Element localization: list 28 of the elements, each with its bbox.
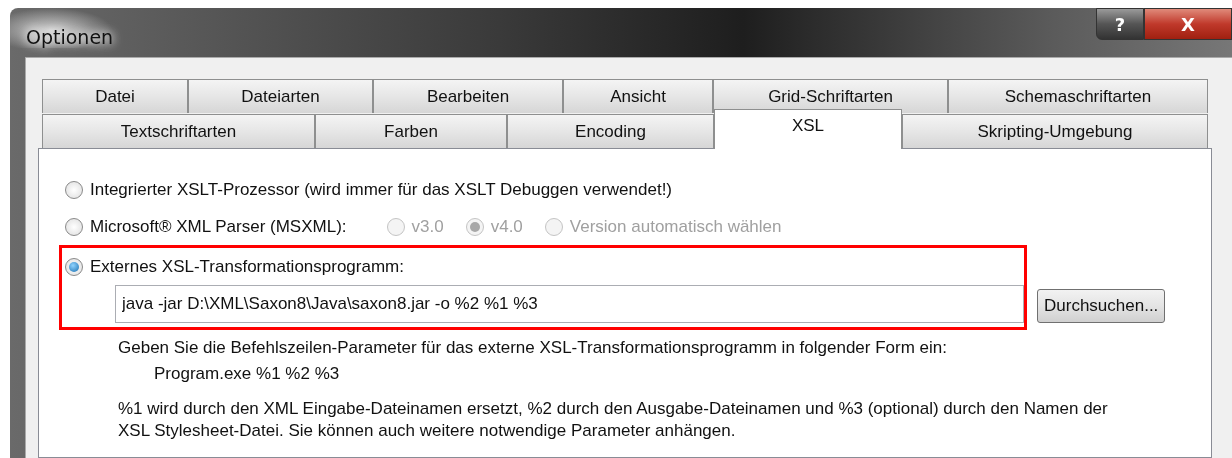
tab[interactable]: Skripting-Umgebung xyxy=(902,114,1208,148)
tab[interactable]: Schemaschriftarten xyxy=(948,79,1208,113)
tab[interactable]: Encoding xyxy=(507,114,714,148)
tab[interactable]: Textschriftarten xyxy=(42,114,315,148)
hint-text: Geben Sie die Befehlszeilen-Parameter für das externe XSL-Transformationsprogramm in folgender Form ein: xyxy=(118,338,948,358)
option-label: Version automatisch wählen xyxy=(569,216,782,237)
command-field[interactable]: java -jar D:\XML\Saxon8\Java\saxon8.jar -o %2 %1 %3 xyxy=(115,285,1024,323)
browse-button[interactable]: Durchsuchen... xyxy=(1037,288,1166,323)
radio-button[interactable] xyxy=(65,217,83,236)
radio-button[interactable] xyxy=(65,257,83,276)
tab[interactable]: XSL xyxy=(714,109,902,149)
window-title: Optionen xyxy=(10,8,114,48)
tab[interactable]: Farben xyxy=(315,114,507,148)
option-label: v3.0 xyxy=(411,216,444,237)
example-text: Program.exe %1 %2 %3 xyxy=(154,364,341,384)
note-text: %1 wird durch den XML Eingabe-Dateinamen ersetzt, %2 durch den Ausgabe-Dateinamen und %3 (optional) durch den Namen der XSL Stylesheet-Datei. Sie können auch weitere notwendige Parameter anhängen. xyxy=(118,398,1109,442)
option-label: Externes XSL-Transformationsprogramm: xyxy=(90,256,404,277)
option-label: Integrierter XSLT-Prozessor (wird immer für das XSLT Debuggen verwendet!) xyxy=(90,179,672,200)
tab[interactable]: Bearbeiten xyxy=(373,79,563,113)
close-button[interactable]: X xyxy=(1144,8,1232,40)
option-label: Microsoft® XML Parser (MSXML): xyxy=(90,216,347,237)
help-button[interactable]: ? xyxy=(1096,8,1144,40)
option-label: v4.0 xyxy=(490,216,523,237)
radio-button[interactable] xyxy=(65,180,83,199)
tab[interactable]: Grid-Schriftarten xyxy=(713,79,948,113)
tab[interactable]: Datei xyxy=(42,79,188,113)
tab[interactable]: Ansicht xyxy=(563,79,713,113)
tab[interactable]: Dateiarten xyxy=(188,79,373,113)
